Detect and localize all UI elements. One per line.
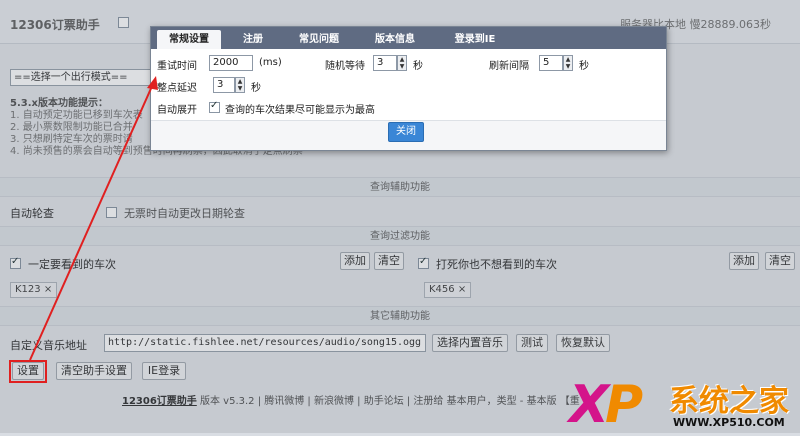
watermark-site-name: 系统之家 bbox=[669, 384, 789, 419]
svg-text:P: P bbox=[605, 375, 643, 433]
watermark-url: WWW.XP510.COM bbox=[673, 416, 785, 429]
watermark-logo: X P 系统之家 WWW.XP510.COM bbox=[565, 372, 800, 435]
annotation-arrow bbox=[29, 76, 158, 361]
